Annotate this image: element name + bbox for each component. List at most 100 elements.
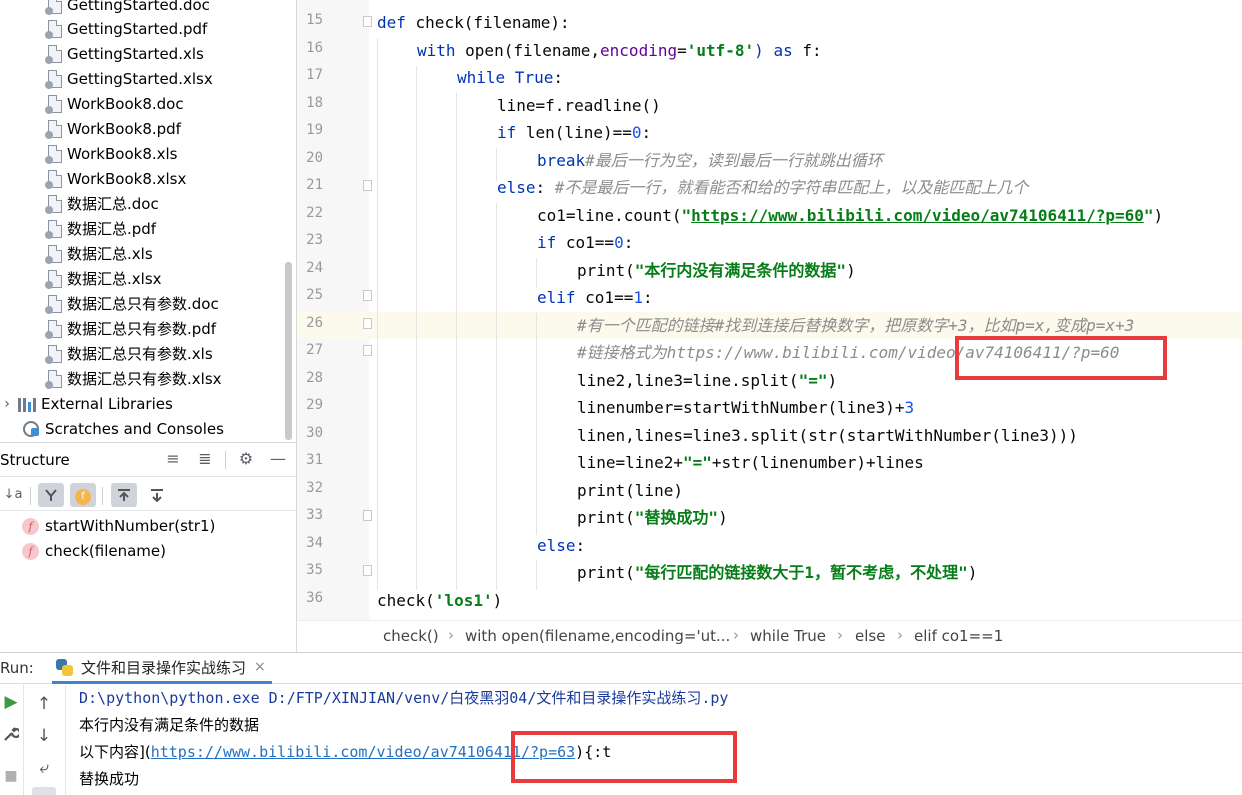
run-label: Run: (0, 659, 34, 677)
fold-marker[interactable] (363, 290, 372, 301)
tree-file[interactable]: 数据汇总只有参数.xlsx (45, 366, 222, 391)
structure-item-label: startWithNumber(str1) (45, 517, 216, 535)
tree-file[interactable]: WorkBook8.pdf (45, 116, 181, 141)
tree-scrollbar[interactable] (285, 262, 292, 440)
scroll-end-icon[interactable] (32, 787, 56, 795)
code-line-30: linen,lines=line3.split(str(startWithNum… (577, 426, 1078, 445)
run-tab[interactable]: 文件和目录操作实战练习 × (52, 653, 272, 684)
tree-file-label: 数据汇总.xlsx (67, 270, 162, 288)
tree-scratches-label: Scratches and Consoles (45, 419, 224, 438)
tree-file[interactable]: GettingStarted.pdf (45, 16, 207, 41)
arrow-up-icon[interactable]: ↑ (33, 693, 55, 715)
indent-guide (536, 560, 537, 590)
navigate-down-icon[interactable] (144, 483, 170, 507)
chevron-right-icon[interactable]: › (0, 396, 14, 412)
navigate-up-icon[interactable] (111, 483, 137, 507)
tree-file-label: WorkBook8.xls (67, 144, 178, 163)
toolbar-divider (30, 487, 31, 505)
tree-file-label: GettingStarted.doc (67, 0, 210, 14)
structure-header: Structure ≡ ≣ ⚙ — (0, 443, 296, 477)
tree-file-label: WorkBook8.xlsx (67, 169, 187, 188)
tree-file[interactable]: 数据汇总.doc (45, 191, 159, 216)
close-icon[interactable]: × (254, 659, 266, 675)
code-line-31: line=line2+"="+str(linenumber)+lines (577, 453, 924, 472)
code-line-28: line2,line3=line.split("=") (577, 371, 838, 390)
file-icon (45, 344, 62, 364)
run-panel: Run: 文件和目录操作实战练习 × ▶ ■ ↑ ↓ ⤶ D:\python\p… (0, 652, 1242, 795)
indent-guide (416, 66, 417, 590)
soft-wrap-icon[interactable]: ⤶ (33, 757, 55, 779)
annotation-highlight-box (511, 731, 737, 783)
tree-file-label: 数据汇总只有参数.doc (67, 295, 219, 313)
line-number: 28 (306, 370, 323, 386)
tree-file[interactable]: GettingStarted.xls (45, 41, 204, 66)
line-number: 19 (306, 122, 323, 138)
file-icon (45, 219, 62, 239)
tree-file[interactable]: GettingStarted.doc (45, 0, 210, 17)
tree-file-label: 数据汇总.xls (67, 245, 153, 263)
sort-alpha-icon[interactable]: ↓a (0, 483, 26, 507)
fold-marker[interactable] (363, 16, 372, 27)
fold-marker[interactable] (363, 510, 372, 521)
tree-file[interactable]: WorkBook8.xlsx (45, 166, 187, 191)
code-editor[interactable]: 15 16 17 18 19 20 21 22 23 24 25 26 27 2… (296, 0, 1242, 620)
show-inherited-icon[interactable] (38, 483, 64, 507)
tree-file-label: GettingStarted.xlsx (67, 69, 213, 88)
file-icon (45, 0, 62, 15)
tree-file[interactable]: 数据汇总只有参数.doc (45, 291, 219, 316)
fold-marker[interactable] (363, 180, 372, 191)
code-url-link[interactable]: https://www.bilibili.com/video/av7410641… (691, 206, 1144, 225)
tree-file[interactable]: 数据汇总只有参数.pdf (45, 316, 217, 341)
breadcrumb-separator: › (897, 626, 903, 644)
expand-all-icon[interactable]: ≡ (163, 449, 183, 469)
run-header: Run: 文件和目录操作实战练习 × (0, 653, 1242, 684)
file-icon (45, 369, 62, 389)
breadcrumb-item[interactable]: elif co1==1 (914, 627, 1003, 645)
fn-badge-inner: f (75, 489, 91, 505)
show-fields-icon[interactable]: f (70, 483, 96, 507)
tree-file[interactable]: WorkBook8.doc (45, 91, 184, 116)
line-number: 36 (306, 590, 323, 606)
run-side-toolbar: ▶ ■ (0, 685, 24, 795)
file-icon (45, 94, 62, 114)
stop-icon[interactable]: ■ (0, 765, 22, 787)
arrow-down-icon[interactable]: ↓ (33, 725, 55, 747)
tree-file[interactable]: GettingStarted.xlsx (45, 66, 213, 91)
tree-external-libraries[interactable]: › External Libraries (0, 391, 173, 416)
collapse-all-icon[interactable]: ≣ (195, 449, 215, 469)
line-number: 23 (306, 232, 323, 248)
breadcrumb-item[interactable]: while True (750, 627, 826, 645)
tree-file[interactable]: 数据汇总.pdf (45, 216, 156, 241)
tree-scratches[interactable]: Scratches and Consoles (22, 416, 224, 441)
minimize-icon[interactable]: — (268, 449, 288, 469)
line-number: 30 (306, 425, 323, 441)
tree-file-label: 数据汇总只有参数.xls (67, 345, 213, 363)
run-tab-label: 文件和目录操作实战练习 (81, 658, 247, 677)
console-command: D:\python\python.exe D:/FTP/XINJIAN/venv… (79, 689, 729, 707)
breadcrumb-item[interactable]: check() (383, 627, 439, 645)
file-icon (45, 169, 62, 189)
line-number: 34 (306, 535, 323, 551)
tree-file-label: 数据汇总只有参数.pdf (67, 320, 217, 338)
code-line-20: break#最后一行为空，读到最后一行就跳出循环 (537, 151, 883, 170)
fold-marker[interactable] (363, 318, 372, 329)
tree-file[interactable]: 数据汇总.xlsx (45, 266, 162, 291)
gear-icon[interactable]: ⚙ (236, 449, 256, 469)
tree-file[interactable]: 数据汇总只有参数.xls (45, 341, 213, 366)
breadcrumb-item[interactable]: with open(filename,encoding='ut... (465, 627, 730, 645)
structure-item[interactable]: f check(filename) (22, 539, 166, 563)
line-number: 17 (306, 67, 323, 83)
scratches-icon (22, 420, 40, 437)
tree-file[interactable]: WorkBook8.xls (45, 141, 178, 166)
breadcrumb-item[interactable]: else (855, 627, 885, 645)
structure-item[interactable]: f startWithNumber(str1) (22, 514, 215, 538)
fold-marker[interactable] (363, 565, 372, 576)
file-icon (45, 194, 62, 214)
wrench-icon[interactable] (0, 723, 22, 745)
fold-marker[interactable] (363, 345, 372, 356)
tree-external-libraries-label: External Libraries (41, 394, 173, 413)
run-icon[interactable]: ▶ (0, 691, 22, 713)
tree-file[interactable]: 数据汇总.xls (45, 241, 153, 266)
indent-guide (456, 93, 457, 590)
function-icon: f (22, 542, 39, 560)
